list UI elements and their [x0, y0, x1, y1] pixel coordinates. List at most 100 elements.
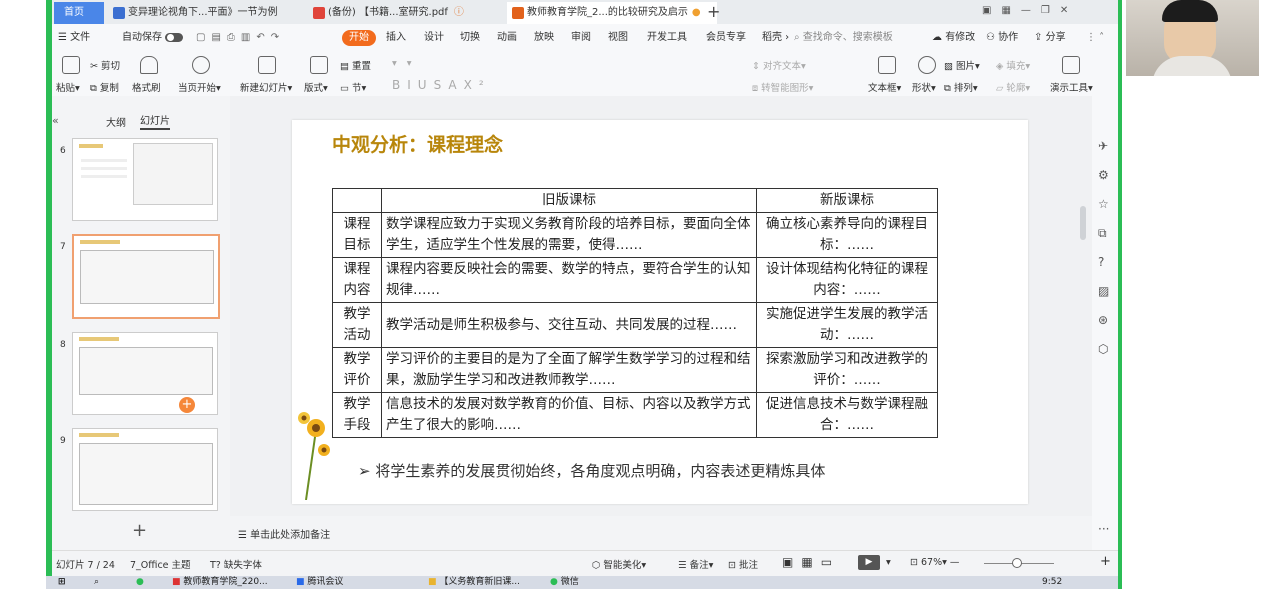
print-icon[interactable]: ⎙	[227, 32, 241, 43]
browser-taskbar-icon[interactable]: ●	[136, 576, 144, 589]
play-slideshow-icon[interactable]: ▶	[858, 555, 880, 570]
italic-icon[interactable]: I	[407, 78, 418, 92]
rocket-icon[interactable]: ✈	[1098, 132, 1109, 161]
tab-outline[interactable]: 大纲	[106, 114, 126, 129]
reset-button[interactable]: ▤ 重置	[340, 58, 371, 72]
add-slide-plus-icon[interactable]: +	[132, 520, 147, 541]
section-button[interactable]: ▭ 节▾	[340, 80, 366, 94]
menu-design[interactable]: 设计	[424, 30, 444, 46]
format-painter-button[interactable]: 格式刷	[132, 80, 161, 94]
new-slide-button[interactable]: 新建幻灯片▾	[240, 80, 292, 94]
add-slide-circle-icon[interactable]: +	[179, 397, 195, 413]
undo-icon[interactable]: ↶	[256, 32, 270, 43]
autosave-toggle[interactable]: 自动保存	[122, 30, 184, 46]
minimize-icon[interactable]: —	[1021, 5, 1041, 16]
redo-icon[interactable]: ↷	[271, 32, 285, 43]
menu-docer[interactable]: 稻壳 ›	[762, 30, 789, 46]
align-text-button[interactable]: ⇕ 对齐文本▾	[752, 58, 806, 72]
search-box[interactable]: ⌕ 查找命令、搜索模板	[794, 30, 893, 46]
copy-button[interactable]: ⧉ 复制	[90, 80, 119, 94]
bold-icon[interactable]: B	[392, 78, 407, 92]
menu-animation[interactable]: 动画	[497, 30, 517, 46]
missing-font-button[interactable]: T? 缺失字体	[210, 557, 262, 571]
underline-icon[interactable]: U	[418, 78, 434, 92]
shape-button[interactable]: 形状▾	[912, 80, 936, 94]
font-color-icon[interactable]: A	[448, 78, 463, 92]
box-icon[interactable]: ⬡	[1098, 335, 1109, 364]
tab-ppt-active[interactable]: 教师教育学院_2...的比较研究及启示 ●	[507, 2, 717, 24]
search-taskbar-icon[interactable]: ⌕	[94, 576, 99, 589]
star-icon[interactable]: ☆	[1098, 190, 1109, 219]
current-slide[interactable]: 中观分析：课程理念 旧版课标 新版课标 课程目标 数学课程应致力于实现义务教育阶…	[292, 120, 1028, 504]
image-tool-icon[interactable]: ▨	[1098, 277, 1109, 306]
zoom-in-icon[interactable]: +	[1100, 554, 1111, 569]
preview-icon[interactable]: ▥	[241, 32, 256, 43]
notes-toggle[interactable]: ☰ 备注▾	[678, 557, 713, 571]
menu-start[interactable]: 开始	[342, 30, 376, 46]
tab-doc-1[interactable]: 变异理论视角下...平面》一节为例	[108, 2, 308, 24]
slide-thumb-6[interactable]	[72, 138, 218, 221]
menu-slideshow[interactable]: 放映	[534, 30, 554, 46]
beautify-button[interactable]: ⬡ 智能美化▾	[592, 557, 646, 571]
smart-art-button[interactable]: ⧈ 转智能图形▾	[752, 80, 813, 94]
location-icon[interactable]: ⊛	[1098, 306, 1109, 335]
textbox-button[interactable]: 文本框▾	[868, 80, 901, 94]
notes-area[interactable]: ☰ 单击此处添加备注	[230, 516, 1092, 548]
help-icon[interactable]: ?	[1098, 248, 1109, 277]
play-dropdown-icon[interactable]: ▾	[886, 557, 891, 568]
modified-button[interactable]: ☁ 有修改	[932, 30, 975, 46]
slide-thumb-7[interactable]	[72, 234, 220, 319]
menu-view[interactable]: 视图	[608, 30, 628, 46]
layout-icon[interactable]: ▣	[982, 5, 1001, 16]
strike-icon[interactable]: S	[434, 78, 449, 92]
slide-thumb-8[interactable]: +	[72, 332, 218, 415]
taskbar-app-wps[interactable]: ■ 教师教育学院_220...	[172, 576, 268, 589]
from-current-button[interactable]: 当页开始▾	[178, 80, 221, 94]
menu-transition[interactable]: 切换	[460, 30, 480, 46]
menu-member[interactable]: 会员专享	[706, 30, 746, 46]
save-icon[interactable]: ▢	[196, 32, 211, 43]
windows-start-icon[interactable]: ⊞	[58, 576, 66, 589]
collapse-panel-icon[interactable]: «	[52, 114, 59, 127]
grid-icon[interactable]: ▦	[1001, 5, 1020, 16]
layout-button[interactable]: 版式▾	[304, 80, 328, 94]
outline-button[interactable]: ▱ 轮廓▾	[996, 80, 1030, 94]
zoom-control[interactable]: ⊡ 67%▾ —	[910, 557, 959, 568]
close-icon[interactable]: ✕	[1060, 5, 1078, 16]
settings-sliders-icon[interactable]: ⚙	[1098, 161, 1109, 190]
superscript-icon[interactable]: X²	[464, 78, 491, 92]
font-name-dropdown[interactable]: ▾	[392, 58, 407, 69]
arrange-button[interactable]: ⧉ 排列▾	[944, 80, 978, 94]
file-menu[interactable]: ☰ 文件	[58, 30, 90, 46]
comments-button[interactable]: ⊡ 批注	[728, 557, 758, 571]
normal-view-icon[interactable]: ▣	[782, 555, 801, 569]
menu-developer[interactable]: 开发工具	[647, 30, 687, 46]
new-tab-plus-icon[interactable]: +	[707, 2, 720, 22]
zoom-slider-handle[interactable]	[1012, 558, 1022, 568]
sorter-view-icon[interactable]: ▦	[801, 555, 820, 569]
restore-icon[interactable]: ❐	[1041, 5, 1060, 16]
menu-insert[interactable]: 插入	[386, 30, 406, 46]
tab-slides[interactable]: 幻灯片	[140, 112, 170, 130]
copy-panel-icon[interactable]: ⧉	[1098, 219, 1109, 248]
share-button[interactable]: ⇪ 分享	[1034, 30, 1066, 46]
reading-view-icon[interactable]: ▭	[821, 555, 840, 569]
paste-button[interactable]: 粘贴▾	[56, 80, 80, 94]
tools-button[interactable]: 演示工具▾	[1050, 80, 1093, 94]
cut-button[interactable]: ✂ 剪切	[90, 58, 120, 72]
vertical-scrollbar[interactable]	[1080, 206, 1086, 240]
more-options-icon[interactable]: ···	[1098, 522, 1109, 536]
taskbar-app-folder[interactable]: ■ 【义务教育新旧课...	[428, 576, 520, 589]
more-icon[interactable]: ⋮ ˄	[1086, 30, 1104, 46]
font-size-dropdown[interactable]: ▾	[407, 58, 422, 69]
export-icon[interactable]: ▤	[211, 32, 226, 43]
tab-pdf[interactable]: (备份) 【书籍...室研究.pdf ⓘ	[308, 2, 508, 24]
slide-thumb-9[interactable]	[72, 428, 218, 511]
collab-button[interactable]: ⚇ 协作	[986, 30, 1018, 46]
tab-home[interactable]: 首页	[54, 2, 104, 24]
fill-button[interactable]: ◈ 填充▾	[996, 58, 1030, 72]
taskbar-app-wechat[interactable]: ● 微信	[550, 576, 579, 589]
picture-button[interactable]: ▨ 图片▾	[944, 58, 980, 72]
taskbar-app-meeting[interactable]: ■ 腾讯会议	[296, 576, 343, 589]
menu-review[interactable]: 审阅	[571, 30, 591, 46]
